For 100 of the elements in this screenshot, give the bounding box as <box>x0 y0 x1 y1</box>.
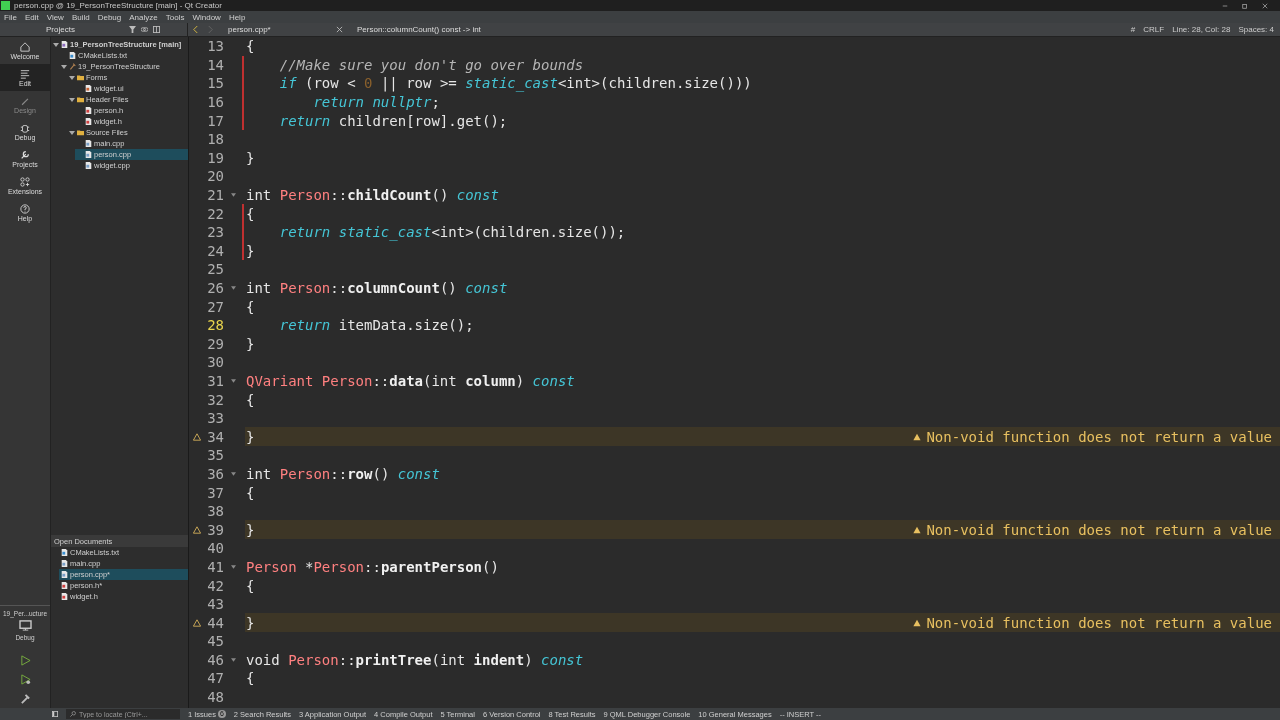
expand-arrow-icon[interactable] <box>53 42 59 47</box>
link-icon[interactable] <box>141 26 148 33</box>
warning-icon <box>913 525 922 534</box>
split-icon[interactable] <box>153 26 160 33</box>
code-line: } <box>246 521 255 538</box>
line-number: 38 <box>206 503 224 520</box>
menu-item[interactable]: View <box>46 12 64 22</box>
hammer-icon <box>69 63 76 70</box>
line-number: 34 <box>206 428 224 445</box>
menu-item[interactable]: Tools <box>165 12 185 22</box>
fold-arrow-icon[interactable] <box>230 193 236 198</box>
line-number: 44 <box>206 614 224 631</box>
line-number: 40 <box>206 540 224 557</box>
file-icon <box>85 85 92 92</box>
line-number: 22 <box>206 205 224 222</box>
file-icon <box>85 140 92 147</box>
file-icon <box>61 560 68 567</box>
code-line: int Person::columnCount() const <box>246 280 508 296</box>
expand-arrow-icon[interactable] <box>69 97 75 102</box>
sidebar-toggle-icon[interactable] <box>52 711 58 717</box>
hash-label[interactable]: # <box>1130 25 1136 34</box>
line-number: 21 <box>206 187 224 204</box>
filter-icon[interactable] <box>129 26 136 33</box>
file-icon <box>61 549 68 556</box>
home-icon <box>20 41 30 52</box>
extensions-icon <box>20 176 30 187</box>
close-icon[interactable] <box>1262 2 1268 9</box>
app-logo-icon <box>1 1 10 10</box>
code-line: { <box>246 484 255 501</box>
line-number: 16 <box>206 94 224 111</box>
code-line: } <box>246 614 255 631</box>
line-number: 39 <box>206 521 224 538</box>
file-icon <box>61 571 68 578</box>
build-hammer-icon[interactable] <box>19 693 31 704</box>
menu-item[interactable]: Build <box>71 12 90 22</box>
fold-arrow-icon[interactable] <box>230 379 236 383</box>
help-icon <box>20 203 30 214</box>
line-number: 35 <box>206 447 224 464</box>
line-number: 36 <box>206 465 224 482</box>
code-line: if (row < 0 || row >= static_cast<int>(children.size())) <box>278 75 752 92</box>
warning-icon <box>913 432 922 441</box>
symbol-selector[interactable]: Person::columnCount() const -> int <box>351 25 481 34</box>
code-line: } <box>246 428 255 445</box>
code-line: Person *Person::parentPerson() <box>246 558 499 575</box>
fold-arrow-icon[interactable] <box>230 286 236 290</box>
menu-item[interactable]: Debug <box>97 12 122 22</box>
file-icon <box>85 118 92 125</box>
line-number: 19 <box>206 149 224 166</box>
warning-icon <box>192 618 201 627</box>
line-ending-label[interactable]: CRLF <box>1143 25 1165 34</box>
warning-message: Non-void function does not return a value <box>926 521 1272 538</box>
debug-run-icon[interactable] <box>19 674 31 685</box>
line-number: 24 <box>206 242 224 259</box>
line-number: 17 <box>206 112 224 129</box>
file-icon <box>69 52 76 59</box>
fold-arrow-icon[interactable] <box>230 564 236 569</box>
file-icon <box>85 151 92 158</box>
indent-setting[interactable]: Spaces: 4 <box>1238 25 1274 34</box>
bug-icon <box>20 122 30 133</box>
cursor-position[interactable]: Line: 28, Col: 28 <box>1172 25 1231 34</box>
line-number: 33 <box>206 410 224 427</box>
line-number: 30 <box>206 354 224 371</box>
view-selector[interactable]: Projects <box>46 25 124 34</box>
document-selector[interactable]: person.cpp* <box>222 25 328 34</box>
file-icon <box>85 162 92 169</box>
code-line: { <box>246 298 255 315</box>
line-number: 37 <box>206 484 224 501</box>
line-number: 42 <box>206 577 224 594</box>
line-number: 46 <box>206 651 224 668</box>
run-icon[interactable] <box>19 655 31 666</box>
file-icon <box>85 107 92 114</box>
file-icon <box>61 582 68 589</box>
line-number: 29 <box>206 335 224 352</box>
menu-item[interactable]: File <box>4 12 17 22</box>
line-number: 25 <box>206 261 224 278</box>
close-icon[interactable] <box>336 26 343 33</box>
menu-item[interactable]: Help <box>228 12 246 22</box>
code-line: return children[row].get(); <box>278 112 508 129</box>
warning-icon <box>192 432 201 441</box>
warning-message: Non-void function does not return a value <box>926 614 1272 631</box>
code-line: } <box>246 335 255 352</box>
fold-arrow-icon[interactable] <box>230 657 236 662</box>
code-line: { <box>246 577 255 594</box>
code-line: } <box>246 149 255 166</box>
code-line: return itemData.size(); <box>278 317 474 334</box>
wrench-icon <box>20 149 30 160</box>
line-number: 14 <box>206 56 224 73</box>
line-number: 20 <box>206 168 224 185</box>
file-icon <box>61 41 68 48</box>
menu-item[interactable]: Edit <box>24 12 39 22</box>
line-number: 47 <box>206 670 224 687</box>
expand-arrow-icon[interactable] <box>69 130 75 135</box>
code-line: return nullptr; <box>312 94 440 111</box>
fold-arrow-icon[interactable] <box>230 471 236 476</box>
code-line: //Make sure you don't go over bounds <box>278 56 584 73</box>
code-line: QVariant Person::data(int column) const <box>246 373 575 389</box>
menu-item[interactable]: Window <box>192 12 221 22</box>
line-number: 15 <box>206 75 224 92</box>
restore-icon[interactable] <box>1242 2 1248 9</box>
menu-item[interactable]: Analyze <box>129 12 158 22</box>
